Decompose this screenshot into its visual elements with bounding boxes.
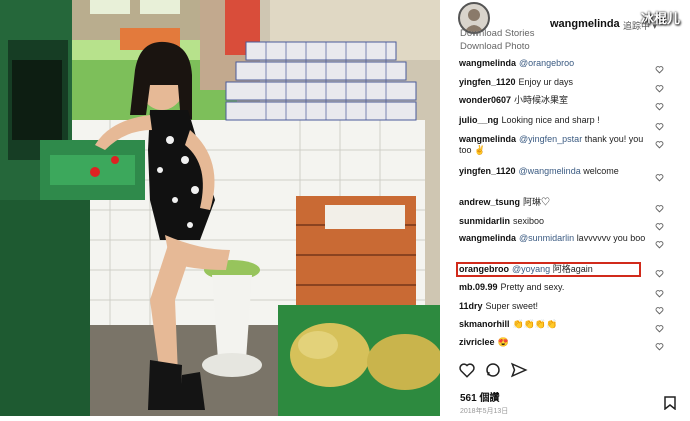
comment-row: wangmelinda @orangebroo <box>459 58 649 69</box>
share-icon[interactable] <box>510 361 528 379</box>
comment-username[interactable]: andrew_tsung <box>459 197 520 207</box>
comment-username[interactable]: skmanorhill <box>459 319 510 329</box>
menu-download-photo[interactable]: Download Photo <box>460 41 530 52</box>
comment-icon[interactable] <box>484 361 502 379</box>
comment-row: skmanorhill 👏👏👏👏 <box>459 319 649 330</box>
comment-heart-icon[interactable] <box>655 342 664 351</box>
comment-heart-icon[interactable] <box>655 173 664 182</box>
comment-text: Looking nice and sharp ! <box>501 115 600 125</box>
comment-row: andrew_tsung 阿琳♡ <box>459 197 649 208</box>
comment-row: 11dry Super sweet! <box>459 301 649 312</box>
comment-text: Pretty and sexy. <box>500 282 565 292</box>
comment-username[interactable]: julio__ng <box>459 115 499 125</box>
comment-row: wangmelinda @yingfen_pstar thank you! you… <box>459 134 649 156</box>
comment-text: 😍 <box>497 337 509 347</box>
comment-heart-icon[interactable] <box>655 140 664 149</box>
comment-text: 阿琳♡ <box>523 197 551 207</box>
comment-text: Enjoy ur days <box>518 77 574 87</box>
comment-heart-icon[interactable] <box>655 240 664 249</box>
comment-row: sunmidarlin sexiboo <box>459 216 649 227</box>
comment-username[interactable]: yingfen_1120 <box>459 166 516 176</box>
comment-heart-icon[interactable] <box>655 306 664 315</box>
comment-username[interactable]: wangmelinda <box>459 233 516 243</box>
comment-username[interactable]: 11dry <box>459 301 483 311</box>
comment-mention[interactable]: @yingfen_pstar <box>519 134 582 144</box>
comment-text: welcome <box>583 166 619 176</box>
comment-text: 小時候冰果室 <box>514 95 569 105</box>
post-date: 2018年5月13日 <box>460 408 509 415</box>
comment-row: julio__ng Looking nice and sharp ! <box>459 115 649 126</box>
comment-row: wangmelinda @sunmidarlin lavvvvvv you boo <box>459 233 649 244</box>
comment-username[interactable]: zivriclee <box>459 337 495 347</box>
comment-heart-icon[interactable] <box>655 122 664 131</box>
comment-username[interactable]: wangmelinda <box>459 134 516 144</box>
comment-username[interactable]: wonder0607 <box>459 95 511 105</box>
comment-username[interactable]: wangmelinda <box>459 58 516 68</box>
comment-heart-icon[interactable] <box>655 204 664 213</box>
comment-row: yingfen_1120 @wangmelinda welcome <box>459 166 649 177</box>
highlight-box <box>456 262 641 277</box>
comment-heart-icon[interactable] <box>655 102 664 111</box>
comment-heart-icon[interactable] <box>655 289 664 298</box>
bookmark-icon[interactable] <box>664 396 676 411</box>
comment-username[interactable]: mb.09.99 <box>459 282 498 292</box>
comment-username[interactable]: yingfen_1120 <box>459 77 516 87</box>
comment-heart-icon[interactable] <box>655 84 664 93</box>
comment-text: Super sweet! <box>485 301 539 311</box>
comment-text: sexiboo <box>513 216 545 226</box>
follow-status[interactable]: 追踪中 ▾ <box>623 19 657 32</box>
comment-row: yingfen_1120 Enjoy ur days <box>459 77 649 88</box>
heart-icon[interactable] <box>458 361 476 379</box>
comment-row: zivriclee 😍 <box>459 337 649 348</box>
comment-heart-icon[interactable] <box>655 222 664 231</box>
comments-panel: 冰棍儿 wangmelinda 追踪中 ▾ Download Stories D… <box>440 0 690 416</box>
comment-row: mb.09.99 Pretty and sexy. <box>459 282 649 293</box>
comment-text: lavvvvvv you boo <box>576 233 646 243</box>
comment-text: 👏👏👏👏 <box>512 319 558 329</box>
comment-heart-icon[interactable] <box>655 324 664 333</box>
header-username[interactable]: wangmelinda <box>550 18 620 30</box>
comment-heart-icon[interactable] <box>655 269 664 278</box>
comment-mention[interactable]: @orangebroo <box>519 58 574 68</box>
menu-download-stories[interactable]: Download Stories <box>460 28 534 39</box>
comment-mention[interactable]: @wangmelinda <box>519 166 581 176</box>
comment-row: wonder0607 小時候冰果室 <box>459 95 649 106</box>
post-photo <box>0 0 443 416</box>
comment-username[interactable]: sunmidarlin <box>459 216 510 226</box>
likes-count[interactable]: 561 個讚 <box>460 389 499 404</box>
comment-mention[interactable]: @sunmidarlin <box>519 233 574 243</box>
comment-heart-icon[interactable] <box>655 65 664 74</box>
